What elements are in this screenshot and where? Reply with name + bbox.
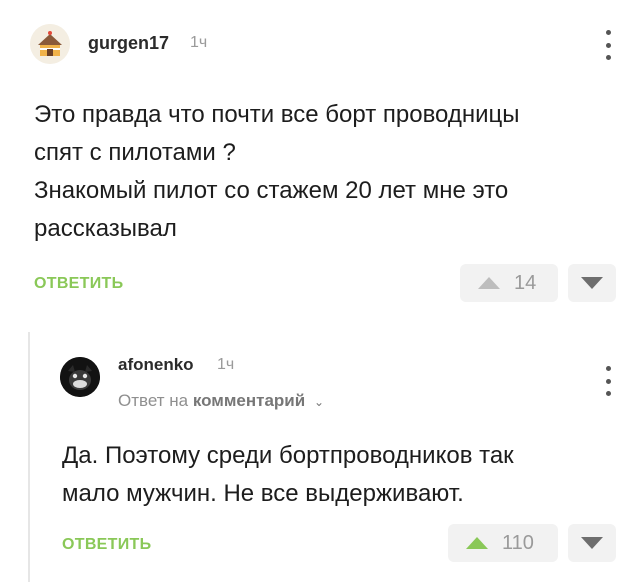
comment-line: рассказывал <box>34 215 177 242</box>
downvote-button[interactable] <box>568 264 616 302</box>
upvote-icon <box>478 277 500 289</box>
comment-text: Это правда что почти все борт проводницы… <box>34 96 624 248</box>
more-options-icon[interactable] <box>603 366 613 396</box>
comment-line: мало мужчин. Не все выдерживают. <box>62 480 464 507</box>
reply-to-link[interactable]: Ответ на комментарий ⌄ <box>118 391 324 411</box>
comment-line: Да. Поэтому среди бортпроводников так <box>62 442 514 469</box>
comment-time: 1ч <box>217 356 235 373</box>
more-options-icon[interactable] <box>603 30 613 60</box>
comment-time: 1ч <box>190 34 208 51</box>
comment-text: Да. Поэтому среди бортпроводников так ма… <box>62 437 622 513</box>
dark-creature-icon <box>60 357 100 397</box>
upvote-button[interactable]: 14 <box>460 264 558 302</box>
user-avatar[interactable] <box>30 24 70 64</box>
reply-to-prefix: Ответ на <box>118 391 189 410</box>
chevron-down-icon: ⌄ <box>313 395 325 409</box>
reply-button[interactable]: ОТВЕТИТЬ <box>62 536 151 554</box>
downvote-icon <box>581 537 603 549</box>
username[interactable]: gurgen17 <box>88 33 169 54</box>
comment-line: спят с пилотами ? <box>34 139 236 166</box>
downvote-icon <box>581 277 603 289</box>
comment-1: gurgen17 1ч Это правда что почти все бор… <box>0 0 640 320</box>
downvote-button[interactable] <box>568 524 616 562</box>
rating-count: 110 <box>502 531 534 554</box>
username[interactable]: afonenko <box>118 355 194 375</box>
reply-to-target: комментарий <box>192 391 306 410</box>
reply-button[interactable]: ОТВЕТИТЬ <box>34 275 123 293</box>
comment-line: Знакомый пилот со стажем 20 лет мне это <box>34 177 509 204</box>
rating-count: 14 <box>514 271 537 294</box>
upvote-icon <box>466 537 488 549</box>
comment-line: Это правда что почти все борт проводницы <box>34 101 520 128</box>
user-avatar[interactable] <box>60 357 100 397</box>
cake-house-icon <box>30 24 70 64</box>
upvote-button[interactable]: 110 <box>448 524 558 562</box>
